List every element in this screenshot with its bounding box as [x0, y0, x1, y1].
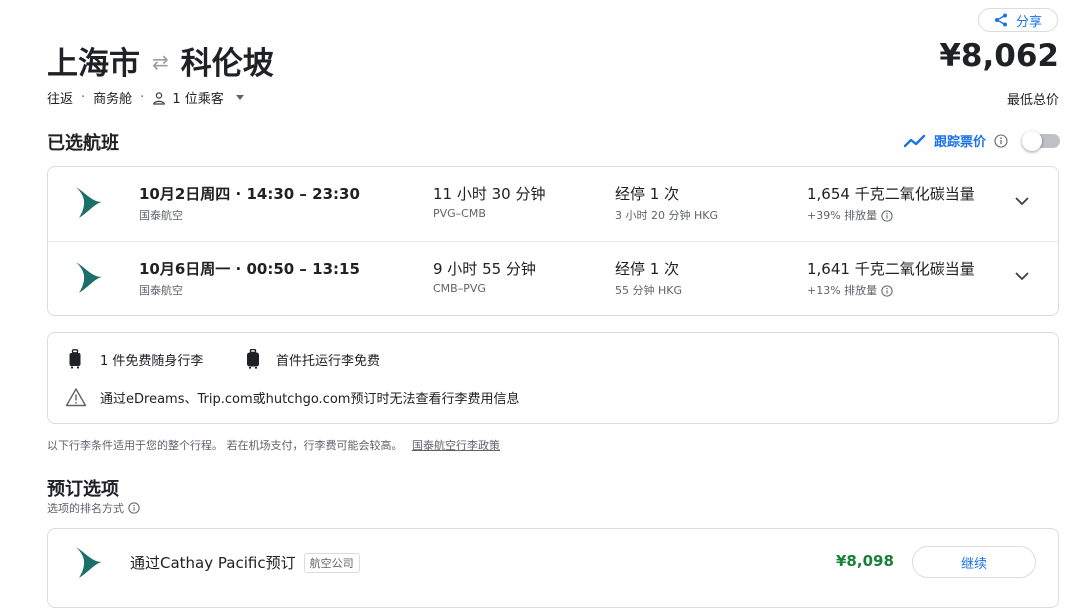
warning-icon: [65, 387, 87, 407]
cathay-logo-icon: [74, 545, 104, 585]
baggage-note-text: 以下行李条件适用于您的整个行程。 若在机场支付，行李费可能会较高。: [47, 439, 403, 452]
baggage-note: 以下行李条件适用于您的整个行程。 若在机场支付，行李费可能会较高。 国泰航空行李…: [47, 437, 500, 453]
total-price: ¥8,062: [939, 38, 1059, 74]
flight-stops: 经停 1 次: [615, 185, 680, 203]
booking-provider: 通过Cathay Pacific预订 航空公司: [130, 552, 360, 573]
passenger-selector[interactable]: 1 位乘客: [152, 88, 244, 107]
baggage-policy-link[interactable]: 国泰航空行李政策: [412, 439, 500, 452]
track-prices: 跟踪票价: [903, 130, 1060, 151]
trend-icon: [903, 134, 926, 148]
flight-row-return[interactable]: 10月6日周一 · 00:50 – 13:15 国泰航空 9 小时 55 分钟 …: [48, 241, 1058, 316]
flight-emissions: 1,654 千克二氧化碳当量: [807, 185, 975, 203]
flight-layover: 3 小时 20 分钟 HKG: [615, 209, 718, 222]
continue-button[interactable]: 继续: [912, 546, 1036, 578]
carry-on-label: 1 件免费随身行李: [100, 353, 204, 369]
flight-duration: 9 小时 55 分钟: [433, 260, 536, 278]
flight-emissions: 1,641 千克二氧化碳当量: [807, 260, 975, 278]
cathay-logo-icon: [74, 260, 104, 300]
cabin-class: 商务舱: [93, 92, 133, 107]
chevron-down-icon[interactable]: [1014, 193, 1030, 213]
origin-city: 上海市: [47, 46, 140, 82]
person-icon: [152, 91, 166, 105]
cathay-logo-icon: [74, 185, 104, 225]
flight-airline: 国泰航空: [139, 209, 183, 222]
track-prices-toggle[interactable]: [1022, 130, 1060, 151]
track-prices-label: 跟踪票价: [933, 135, 986, 150]
info-icon[interactable]: [128, 502, 140, 514]
booking-provider-name: 通过Cathay Pacific预订: [130, 554, 296, 572]
emissions-delta-text: +39% 排放量: [807, 209, 878, 222]
flight-duration: 11 小时 30 分钟: [433, 185, 546, 203]
chevron-down-icon[interactable]: [1014, 268, 1030, 288]
info-icon[interactable]: [881, 210, 893, 222]
checked-bag-icon: [246, 349, 260, 369]
trip-type: 往返: [47, 92, 74, 107]
carry-on-info: 1 件免费随身行李: [68, 349, 203, 369]
checked-bag-label: 首件托运行李免费: [276, 353, 381, 369]
caret-down-icon: [235, 95, 244, 100]
sort-info: 选项的排名方式: [47, 500, 140, 516]
info-icon[interactable]: [881, 285, 893, 297]
booking-option-card: 通过Cathay Pacific预订 航空公司 ¥8,098 继续: [47, 528, 1059, 608]
route-title: 上海市 ⇄ 科伦坡: [47, 38, 274, 83]
sort-label: 选项的排名方式: [47, 502, 124, 515]
carry-on-bag-icon: [68, 349, 82, 369]
destination-city: 科伦坡: [180, 46, 274, 82]
flight-row-outbound[interactable]: 10月2日周四 · 14:30 – 23:30 国泰航空 11 小时 30 分钟…: [48, 167, 1058, 241]
info-icon[interactable]: [994, 133, 1008, 148]
flight-emissions-delta: +13% 排放量: [807, 282, 893, 298]
separator-dot: ·: [81, 90, 86, 105]
booking-options-title: 预订选项: [47, 479, 119, 500]
share-icon: [994, 13, 1008, 27]
selected-flights-title: 已选航班: [47, 133, 119, 154]
trip-meta: 往返 · 商务舱 · 1 位乘客: [47, 88, 244, 107]
flight-airline: 国泰航空: [139, 284, 183, 297]
baggage-warning-text: 通过eDreams、Trip.com或hutchgo.com预订时无法查看行李费…: [100, 391, 520, 407]
passenger-count: 1 位乘客: [172, 92, 224, 107]
share-button[interactable]: 分享: [978, 8, 1058, 32]
flight-date-time: 10月2日周四 · 14:30 – 23:30: [139, 185, 360, 203]
emissions-delta-text: +13% 排放量: [807, 284, 878, 297]
price-label: 最低总价: [1006, 93, 1059, 108]
flight-date-time: 10月6日周一 · 00:50 – 13:15: [139, 260, 360, 278]
airline-badge: 航空公司: [303, 552, 360, 573]
baggage-warning: 通过eDreams、Trip.com或hutchgo.com预订时无法查看行李费…: [65, 387, 519, 407]
flight-route: CMB–PVG: [433, 282, 486, 295]
share-label: 分享: [1015, 14, 1042, 30]
flight-stops: 经停 1 次: [615, 260, 680, 278]
baggage-card: 1 件免费随身行李 首件托运行李免费 通过eDreams、Trip.com或hu…: [47, 332, 1059, 424]
checked-bag-info: 首件托运行李免费: [246, 349, 380, 369]
booking-price: ¥8,098: [836, 552, 894, 570]
swap-arrows-icon: ⇄: [152, 50, 169, 74]
toggle-knob: [1022, 130, 1042, 151]
flight-route: PVG–CMB: [433, 207, 486, 220]
selected-flights-card: 10月2日周四 · 14:30 – 23:30 国泰航空 11 小时 30 分钟…: [47, 166, 1059, 316]
flight-emissions-delta: +39% 排放量: [807, 207, 893, 223]
separator-dot: ·: [140, 90, 145, 105]
flight-layover: 55 分钟 HKG: [615, 284, 682, 297]
